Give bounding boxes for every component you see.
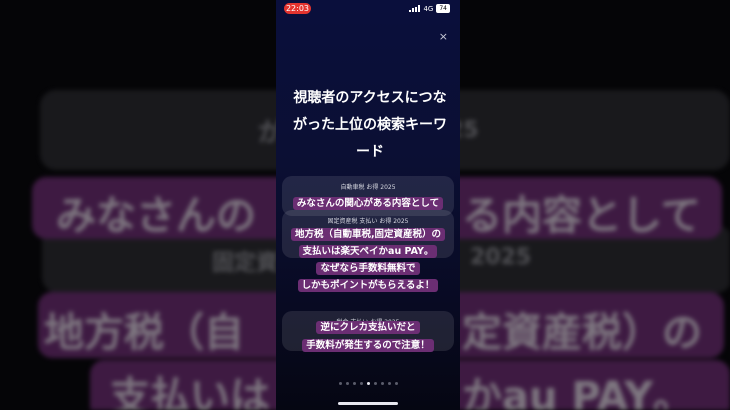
pagination-dot[interactable]: [373, 382, 377, 385]
bg-subtitle-1-right: る内容として: [462, 193, 701, 239]
pagination-dot[interactable]: [394, 382, 398, 385]
status-bar: 22:03 4G 74: [276, 0, 460, 18]
bg-keyword-suffix: 2025: [470, 245, 532, 270]
subtitle-line-7: 手数料が発生するので注意！: [276, 338, 460, 353]
title-line-2: がった上位の検索キーワ: [293, 117, 447, 133]
pagination-dot[interactable]: [359, 382, 363, 385]
title-line-1: 視聴者のアクセスにつな: [293, 90, 447, 106]
battery-icon: 74: [436, 4, 450, 13]
subtitle-line-6: 逆にクレカ支払いだと: [276, 320, 460, 335]
subtitle-text-2: 地方税（自動車税,固定資産税）の: [290, 228, 446, 241]
bg-keyword-prefix: 固定資: [212, 251, 279, 276]
status-time: 22:03: [284, 3, 311, 14]
subtitle-text-5: しかもポイントがもらえるよ！: [297, 279, 439, 292]
bg-subtitle-3-right: かau PAY。: [462, 374, 694, 410]
pagination-dot[interactable]: [345, 382, 349, 385]
pagination-dot[interactable]: [366, 382, 370, 385]
close-icon[interactable]: ×: [439, 30, 448, 43]
pagination-dots: [276, 382, 460, 385]
pagination-dot[interactable]: [387, 382, 391, 385]
subtitle-text-1: みなさんの関心がある内容として: [292, 197, 444, 210]
subtitle-line-2: 地方税（自動車税,固定資産税）の: [276, 227, 460, 242]
bg-subtitle-3-left: 支払いは: [110, 374, 270, 410]
subtitle-line-4: なぜなら手数料無料で: [276, 261, 460, 276]
title-line-3: ード: [356, 144, 384, 160]
subtitle-text-4: なぜなら手数料無料で: [316, 262, 420, 275]
subtitle-text-7: 手数料が発生するので注意！: [302, 339, 434, 352]
network-label: 4G: [423, 4, 434, 13]
pagination-dot[interactable]: [380, 382, 384, 385]
subtitle-text-6: 逆にクレカ支払いだと: [316, 321, 420, 334]
subtitle-line-3: 支払いは楽天ペイかau PAY。: [276, 244, 460, 259]
signal-icon: [409, 5, 421, 12]
bg-subtitle-2-left: 地方税（自: [44, 310, 244, 356]
keyword-label-1: 自動車税 お得 2025: [340, 184, 396, 191]
home-indicator[interactable]: [338, 402, 398, 405]
pagination-dot[interactable]: [338, 382, 342, 385]
status-indicators: 4G 74: [409, 4, 450, 13]
subtitle-line-1: みなさんの関心がある内容として: [276, 196, 460, 211]
subtitle-line-5: しかもポイントがもらえるよ！: [276, 278, 460, 293]
bg-subtitle-1-left: みなさんの: [56, 193, 256, 239]
page-title: 視聴者のアクセスにつな がった上位の検索キーワ ード: [284, 85, 456, 166]
keyword-label-2: 固定資産税 支払い お得 2025: [327, 218, 409, 225]
pagination-dot[interactable]: [352, 382, 356, 385]
subtitle-text-3: 支払いは楽天ペイかau PAY。: [298, 245, 438, 258]
bg-subtitle-2-right: 定資産税）の: [462, 310, 702, 356]
